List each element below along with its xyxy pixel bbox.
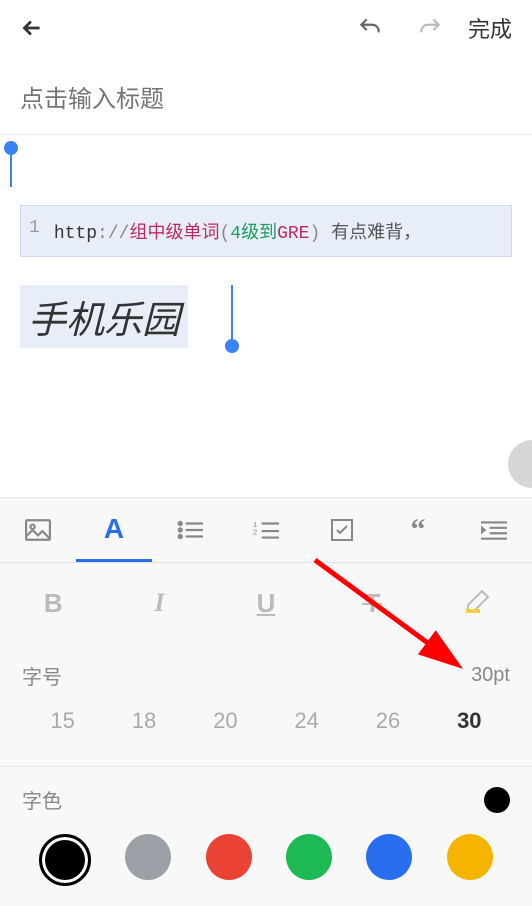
redo-button[interactable] [410, 8, 450, 48]
selection-handle-end[interactable] [225, 339, 239, 353]
text-style-tab[interactable]: A [76, 498, 152, 562]
bold-button[interactable]: B [0, 588, 106, 619]
font-size-label: 字号 [22, 661, 62, 690]
indent-button[interactable] [456, 498, 532, 562]
font-color-indicator [484, 787, 510, 813]
color-swatch-orange[interactable] [447, 834, 493, 880]
color-swatch-red[interactable] [206, 834, 252, 880]
font-size-options: 15 18 20 24 26 30 [22, 708, 510, 734]
done-button[interactable]: 完成 [460, 12, 520, 44]
strike-button[interactable]: T [319, 588, 425, 619]
styled-text[interactable]: 手机乐园 [20, 285, 188, 348]
floating-button[interactable] [508, 440, 532, 488]
color-swatch-blue[interactable] [366, 834, 412, 880]
font-size-option[interactable]: 24 [266, 708, 347, 734]
insert-image-button[interactable] [0, 498, 76, 562]
quote-button[interactable]: “ [380, 498, 456, 562]
font-size-option[interactable]: 18 [103, 708, 184, 734]
numbered-list-button[interactable]: 12 [228, 498, 304, 562]
highlight-button[interactable] [426, 587, 532, 620]
svg-text:2: 2 [253, 527, 257, 536]
color-swatch-grey[interactable] [125, 834, 171, 880]
back-button[interactable] [12, 8, 52, 48]
font-color-label: 字色 [22, 785, 62, 814]
editor-content[interactable]: 1 http://组中级单词(4级到GRE) 有点难背， 手机乐园 [0, 135, 532, 368]
undo-button[interactable] [350, 8, 390, 48]
code-block[interactable]: 1 http://组中级单词(4级到GRE) 有点难背， [20, 205, 512, 257]
bullet-list-button[interactable] [152, 498, 228, 562]
italic-button[interactable]: I [106, 588, 212, 618]
underline-button[interactable]: U [213, 588, 319, 619]
font-size-option[interactable]: 26 [347, 708, 428, 734]
font-size-option-selected[interactable]: 30 [429, 708, 510, 734]
checkbox-button[interactable] [304, 498, 380, 562]
title-input[interactable] [20, 86, 512, 114]
color-swatch-black[interactable] [39, 834, 91, 886]
font-size-option[interactable]: 15 [22, 708, 103, 734]
font-size-option[interactable]: 20 [185, 708, 266, 734]
font-size-value: 30pt [471, 664, 510, 687]
color-swatch-green[interactable] [286, 834, 332, 880]
line-number: 1 [29, 218, 40, 244]
